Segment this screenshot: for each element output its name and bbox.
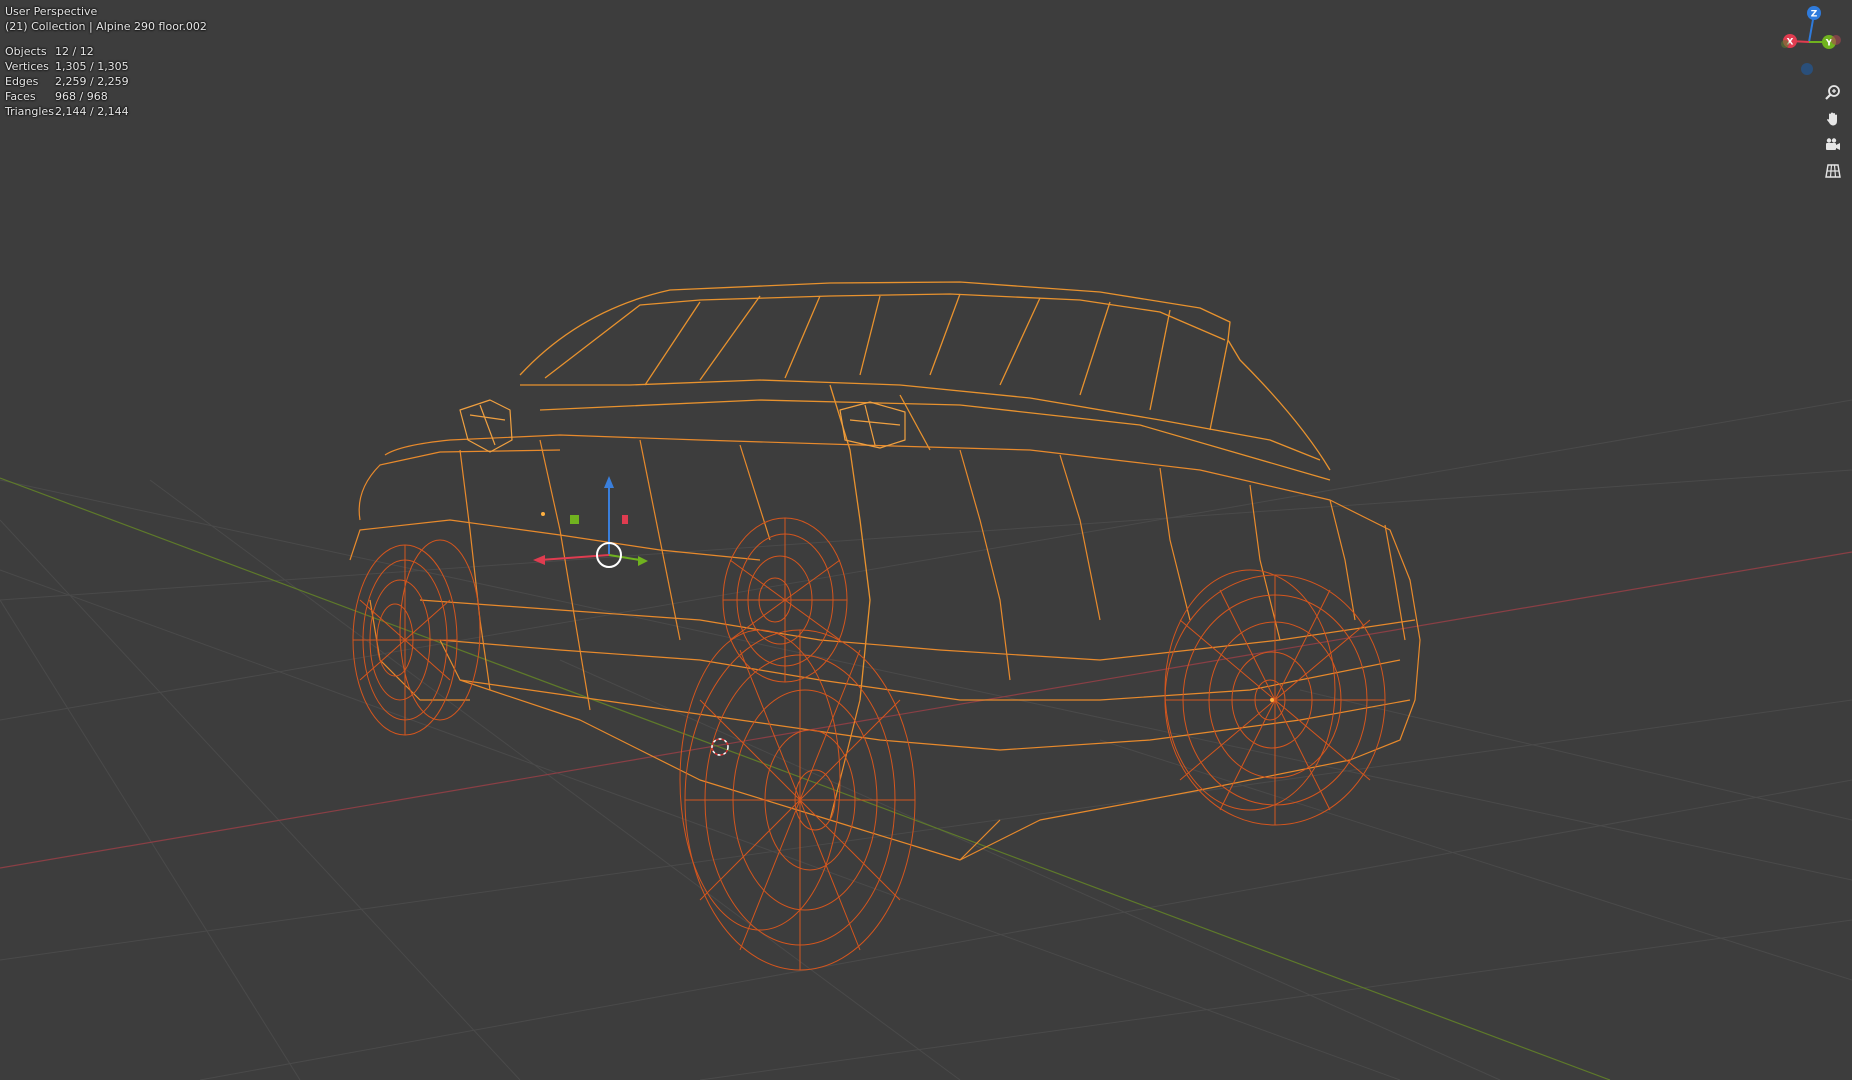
stat-row-objects: Objects 12 / 12	[5, 44, 129, 59]
car-wireframe[interactable]	[349, 281, 1421, 971]
floor-grid	[0, 399, 1852, 1080]
scene-statistics: Objects 12 / 12 Vertices 1,305 / 1,305 E…	[5, 44, 129, 119]
stat-value: 12 / 12	[55, 45, 94, 58]
origin-dot-icon	[541, 512, 545, 516]
stat-value: 968 / 968	[55, 90, 108, 103]
stat-label: Objects	[5, 45, 47, 58]
z-axis-label: Z	[1811, 10, 1818, 20]
hand-pan-icon	[1827, 112, 1837, 126]
stat-value: 2,144 / 2,144	[55, 105, 129, 118]
wheel-rear-right[interactable]	[1164, 569, 1386, 826]
plane-handle-icon	[570, 515, 579, 524]
stat-row-vertices: Vertices 1,305 / 1,305	[5, 59, 129, 74]
y-arrow-icon	[638, 556, 648, 566]
stat-label: Vertices	[5, 60, 49, 73]
zoom-icon	[1825, 85, 1840, 100]
x-arrow-icon	[533, 555, 545, 565]
origin-dot-icon	[1270, 698, 1274, 702]
wheel-front-right[interactable]	[679, 629, 916, 971]
stat-value: 2,259 / 2,259	[55, 75, 129, 88]
neg-y-axis-icon[interactable]	[1781, 40, 1789, 48]
plane-handle-icon	[622, 515, 628, 524]
z-arrow-icon	[604, 476, 614, 488]
view-name-label: User Perspective	[5, 5, 98, 18]
collection-info-label: (21) Collection | Alpine 290 floor.002	[5, 20, 207, 33]
stat-label: Faces	[5, 90, 36, 103]
neg-x-axis-icon[interactable]	[1831, 35, 1841, 45]
viewport-nav-buttons	[1820, 80, 1846, 184]
ortho-toggle-button[interactable]	[1820, 158, 1846, 184]
navigation-gizmo[interactable]: Z X Y	[1772, 0, 1852, 80]
stat-label: Edges	[5, 75, 39, 88]
transform-gizmo[interactable]	[533, 476, 1274, 702]
scene-canvas[interactable]	[0, 0, 1852, 1080]
grid-ortho-icon	[1825, 164, 1841, 178]
camera-view-icon	[1826, 138, 1840, 150]
pan-button[interactable]	[1820, 106, 1846, 132]
stat-value: 1,305 / 1,305	[55, 60, 129, 73]
stat-label: Triangles	[5, 105, 54, 118]
camera-view-button[interactable]	[1820, 132, 1846, 158]
stat-row-triangles: Triangles 2,144 / 2,144	[5, 104, 129, 119]
x-axis-line	[0, 551, 1852, 869]
wheel-rear-left[interactable]	[722, 517, 848, 683]
zoom-button[interactable]	[1820, 80, 1846, 106]
neg-z-axis-icon[interactable]	[1801, 63, 1813, 75]
3d-viewport[interactable]: User Perspective (21) Collection | Alpin…	[0, 0, 1852, 1080]
stat-row-faces: Faces 968 / 968	[5, 89, 129, 104]
stat-row-edges: Edges 2,259 / 2,259	[5, 74, 129, 89]
